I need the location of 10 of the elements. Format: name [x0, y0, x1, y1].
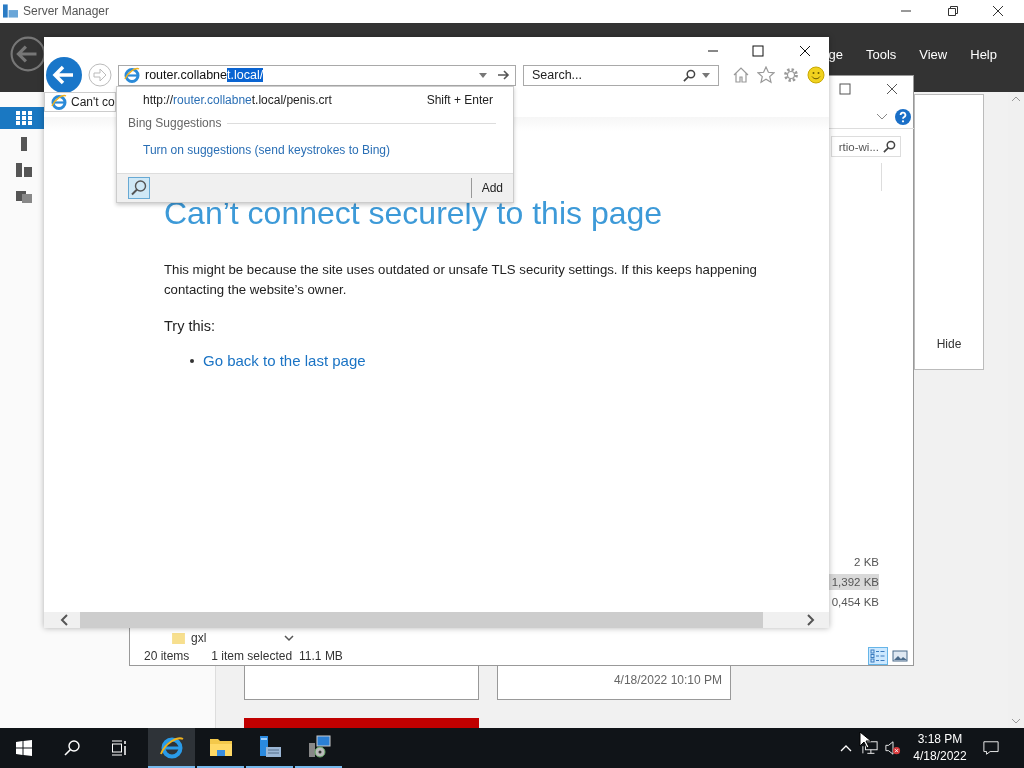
error-message: This might be because the site uses outdated or unsafe TLS security settings. If this keeps happening contacting the website’s owner.: [164, 261, 757, 299]
selection-info: 1 item selected: [211, 649, 293, 663]
selection-size: 11.1 MB: [299, 649, 343, 663]
tile-date: 4/18/2022 10:10 PM: [613, 673, 722, 687]
shortcut-hint: Shift + Enter: [426, 93, 493, 107]
try-label: Try this:: [164, 318, 217, 334]
error-heading: Can’t connect securely to this page: [164, 195, 664, 232]
window-title: Server Manager: [23, 4, 110, 18]
section-label: Bing Suggestions: [128, 116, 222, 130]
item-count: 20 items: [144, 649, 190, 663]
